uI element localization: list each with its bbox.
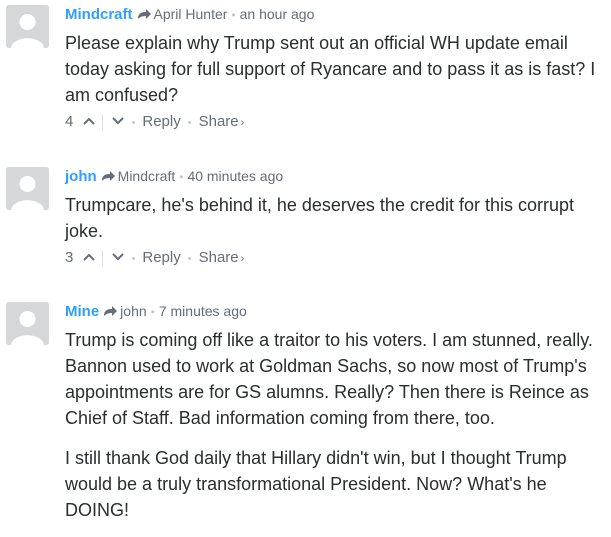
meta-separator: •	[150, 305, 155, 319]
chevron-down-icon	[111, 117, 124, 125]
avatar[interactable]	[6, 5, 49, 48]
footer-separator: •	[131, 117, 136, 129]
vote-divider	[101, 250, 103, 267]
reply-to-arrow-icon	[137, 8, 152, 26]
comment-header: john Mindcraft • 40 minutes ago	[65, 167, 607, 185]
chevron-up-icon	[82, 117, 95, 125]
share-chevron-icon: ›	[240, 117, 245, 129]
reply-to-arrow-icon	[101, 170, 116, 188]
comment-text: Trumpcare, he's behind it, he deserves t…	[65, 192, 607, 244]
downvote-button[interactable]	[111, 112, 125, 132]
vote-count: 4	[65, 113, 74, 131]
reply-button[interactable]: Reply	[142, 249, 180, 266]
upvote-button[interactable]	[78, 112, 96, 132]
comment-header: Mindcraft April Hunter • an hour ago	[65, 5, 607, 23]
vote-count: 3	[65, 249, 74, 267]
parent-author-link[interactable]: john	[120, 303, 146, 319]
chevron-down-icon	[111, 253, 124, 261]
footer-separator: •	[187, 117, 192, 129]
share-button[interactable]: Share ›	[199, 113, 245, 130]
upvote-button[interactable]	[78, 248, 96, 268]
comment-body: Mine john • 7 minutes ago Trump is coming o…	[65, 302, 607, 537]
footer-separator: •	[131, 253, 136, 265]
author-name[interactable]: Mine	[65, 303, 99, 320]
comment-body: john Mindcraft • 40 minutes ago Trumpcare, …	[65, 167, 607, 268]
comment-paragraph: Trump is coming off like a traitor to hi…	[65, 330, 593, 428]
default-avatar-icon	[6, 5, 49, 48]
share-label: Share	[198, 113, 239, 130]
comment-footer: 4 • Reply • Share ›	[65, 112, 607, 132]
comment-header: Mine john • 7 minutes ago	[65, 302, 607, 320]
footer-separator: •	[187, 253, 192, 265]
avatar[interactable]	[6, 167, 49, 210]
comment-paragraph: Trumpcare, he's behind it, he deserves t…	[65, 195, 575, 241]
reply-to-arrow-icon	[103, 305, 118, 323]
parent-author-link[interactable]: Mindcraft	[118, 168, 176, 184]
comment-footer: 3 • Reply • Share ›	[65, 248, 607, 268]
reply-button[interactable]: Reply	[142, 113, 180, 130]
author-name[interactable]: Mindcraft	[65, 6, 133, 23]
meta-separator: •	[179, 170, 184, 184]
comment-paragraph: Please explain why Trump sent out an off…	[65, 33, 596, 105]
comment-text: Trump is coming off like a traitor to hi…	[65, 327, 607, 523]
comment-body: Mindcraft April Hunter • an hour ago Please…	[65, 5, 607, 132]
avatar[interactable]	[6, 302, 49, 345]
default-avatar-icon	[6, 302, 49, 345]
comment-text: Please explain why Trump sent out an off…	[65, 30, 607, 108]
default-avatar-icon	[6, 167, 49, 210]
timestamp-link[interactable]: 7 minutes ago	[159, 303, 247, 319]
downvote-button[interactable]	[111, 248, 125, 268]
timestamp-link[interactable]: 40 minutes ago	[187, 168, 283, 184]
share-button[interactable]: Share ›	[199, 249, 245, 266]
comment-paragraph: I still thank God daily that Hillary did…	[65, 448, 567, 520]
timestamp-link[interactable]: an hour ago	[240, 6, 315, 22]
vote-divider	[101, 114, 103, 131]
share-chevron-icon: ›	[240, 253, 245, 265]
chevron-up-icon	[82, 253, 95, 261]
author-name[interactable]: john	[65, 168, 97, 185]
meta-separator: •	[231, 8, 236, 22]
parent-author-link[interactable]: April Hunter	[154, 6, 228, 22]
share-label: Share	[198, 249, 239, 266]
